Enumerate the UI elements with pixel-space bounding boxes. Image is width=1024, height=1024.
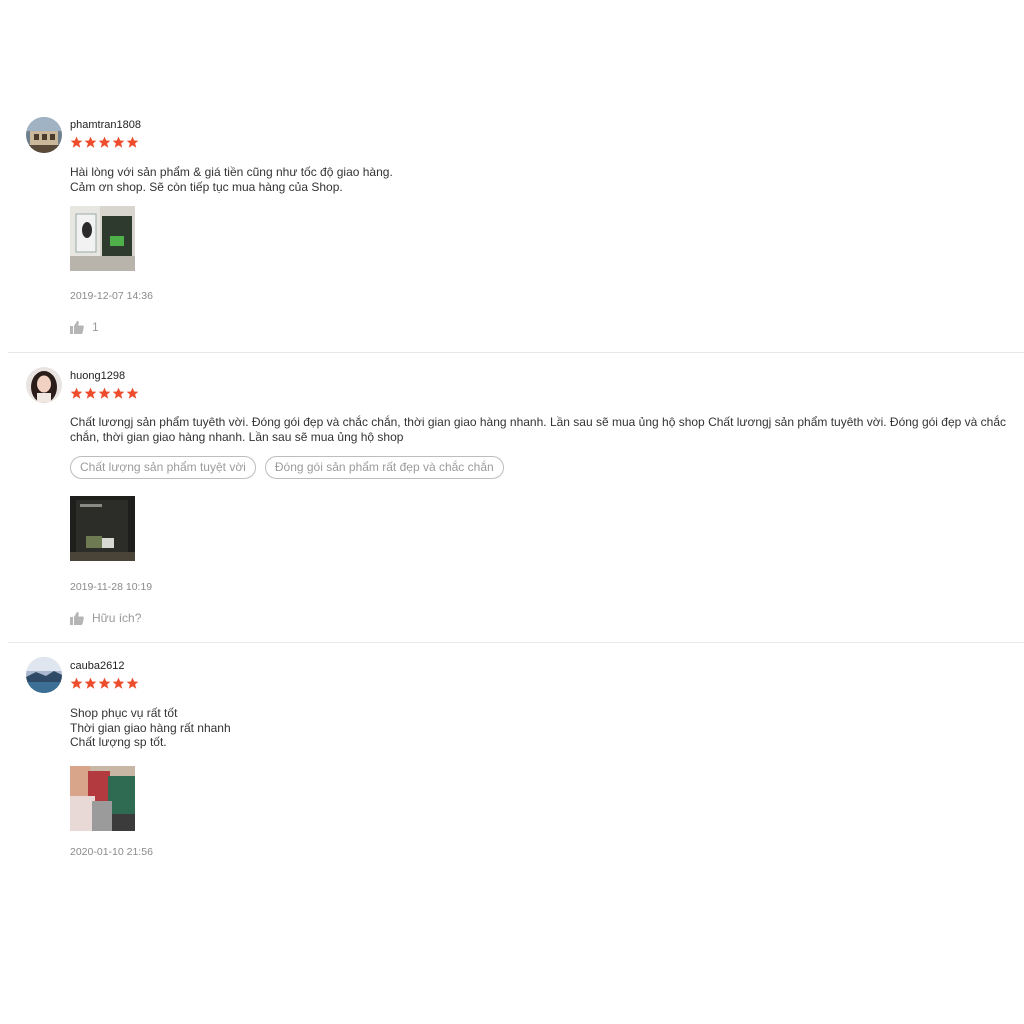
comment-line: Hài lòng với sản phẩm & giá tiền cũng nh… [70, 165, 393, 179]
star-icon [98, 136, 111, 148]
review-tags: Chất lượng sản phẩm tuyệt vời Đóng gói s… [70, 456, 504, 479]
like-count: 1 [92, 320, 99, 334]
star-icon [98, 677, 111, 689]
comment-line: Shop phục vụ rất tốt [70, 706, 178, 720]
review-photo[interactable] [70, 206, 135, 271]
review-date: 2019-12-07 14:36 [70, 290, 153, 302]
star-icon [112, 136, 125, 148]
star-icon [70, 677, 83, 689]
review-photo[interactable] [70, 496, 135, 561]
rating-stars [70, 136, 139, 150]
star-icon [98, 387, 111, 399]
comment-line: Cảm ơn shop. Sẽ còn tiếp tục mua hàng củ… [70, 179, 343, 194]
rating-stars [70, 677, 139, 691]
review-comment: Hài lòng với sản phẩm & giá tiền cũng nh… [70, 165, 1020, 194]
helpful-label: Hữu ích? [92, 611, 142, 625]
comment-line: Chất lượng sp tốt. [70, 735, 167, 749]
avatar[interactable] [26, 117, 62, 153]
star-icon [126, 136, 139, 148]
divider [8, 352, 1024, 353]
avatar[interactable] [26, 367, 62, 403]
like-button[interactable]: 1 [70, 320, 99, 334]
thumbs-up-icon [70, 320, 84, 334]
star-icon [126, 677, 139, 689]
rating-stars [70, 387, 139, 401]
review-tag[interactable]: Đóng gói sản phẩm rất đẹp và chắc chắn [264, 456, 504, 479]
review-username[interactable]: huong1298 [70, 370, 125, 382]
review-username[interactable]: phamtran1808 [70, 119, 141, 131]
star-icon [84, 136, 97, 148]
review-comment: Shop phục vụ rất tốt Thời gian giao hàng… [70, 706, 1020, 750]
star-icon [126, 387, 139, 399]
star-icon [112, 387, 125, 399]
review-date: 2020-01-10 21:56 [70, 846, 153, 858]
divider [8, 642, 1024, 643]
review-comment: Chất lươngj sản phẩm tuyêth vời. Đóng gó… [70, 415, 1020, 444]
avatar[interactable] [26, 657, 62, 693]
star-icon [84, 387, 97, 399]
review-username[interactable]: cauba2612 [70, 660, 124, 672]
review-date: 2019-11-28 10:19 [70, 581, 153, 593]
star-icon [70, 387, 83, 399]
star-icon [70, 136, 83, 148]
star-icon [112, 677, 125, 689]
helpful-button[interactable]: Hữu ích? [70, 611, 141, 625]
review-photo[interactable] [70, 766, 135, 831]
comment-line: Chất lươngj sản phẩm tuyêth vời. Đóng gó… [70, 415, 1010, 444]
thumbs-up-icon [70, 611, 84, 625]
review-tag[interactable]: Chất lượng sản phẩm tuyệt vời [70, 456, 256, 479]
comment-line: Thời gian giao hàng rất nhanh [70, 720, 231, 735]
star-icon [84, 677, 97, 689]
